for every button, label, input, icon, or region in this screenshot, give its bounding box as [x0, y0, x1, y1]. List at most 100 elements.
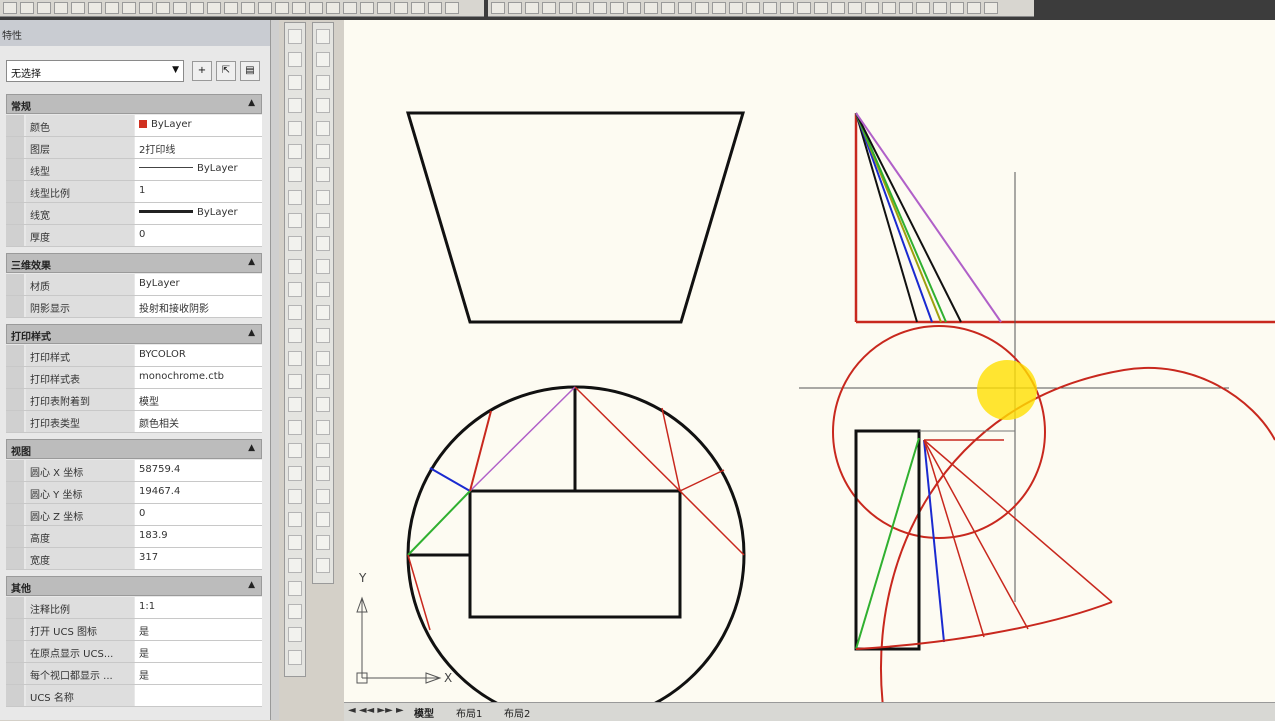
draw-tool-button[interactable]	[288, 98, 302, 113]
draw-tool-button[interactable]	[288, 535, 302, 550]
toolbar-tool-button[interactable]	[525, 2, 539, 14]
toolbar-tool-button[interactable]	[508, 2, 522, 14]
property-value[interactable]: ByLayer	[135, 115, 262, 136]
property-value[interactable]	[135, 685, 262, 706]
toolbar-tool-button[interactable]	[445, 2, 459, 14]
collapse-icon[interactable]: ▲	[248, 443, 255, 453]
draw-tool-button[interactable]	[288, 236, 302, 251]
toolbar-tool-button[interactable]	[542, 2, 556, 14]
draw-tool-button[interactable]	[288, 512, 302, 527]
draw-tool-button[interactable]	[288, 75, 302, 90]
toolbar-tool-button[interactable]	[576, 2, 590, 14]
property-value[interactable]: ByLayer	[135, 274, 262, 295]
collapse-icon[interactable]: ▲	[248, 98, 255, 108]
toolbar-tool-button[interactable]	[950, 2, 964, 14]
toolbar-tool-button[interactable]	[933, 2, 947, 14]
toolbar-tool-button[interactable]	[610, 2, 624, 14]
toolbar-tool-button[interactable]	[258, 2, 272, 14]
property-row[interactable]: 打印表附着到 模型	[6, 389, 262, 411]
toolbar-tool-button[interactable]	[695, 2, 709, 14]
modify-tool-button[interactable]	[316, 512, 330, 527]
toolbar-tool-button[interactable]	[678, 2, 692, 14]
draw-tool-button[interactable]	[288, 213, 302, 228]
property-row[interactable]: 线宽 ByLayer	[6, 203, 262, 225]
collapse-icon[interactable]: ▲	[248, 580, 255, 590]
toolbar-tool-button[interactable]	[882, 2, 896, 14]
modify-tool-button[interactable]	[316, 236, 330, 251]
property-row[interactable]: UCS 名称	[6, 685, 262, 707]
toolbar-tool-button[interactable]	[984, 2, 998, 14]
toolbar-tool-button[interactable]	[343, 2, 357, 14]
draw-tool-button[interactable]	[288, 581, 302, 596]
toggle-pickadd-button[interactable]: +	[192, 61, 212, 81]
toolbar-tool-button[interactable]	[54, 2, 68, 14]
property-row[interactable]: 颜色 ByLayer	[6, 115, 262, 137]
toolbar-tool-button[interactable]	[814, 2, 828, 14]
toolbar-tool-button[interactable]	[712, 2, 726, 14]
draw-tool-button[interactable]	[288, 282, 302, 297]
modify-tool-button[interactable]	[316, 121, 330, 136]
toolbar-tool-button[interactable]	[491, 2, 505, 14]
toolbar-tool-button[interactable]	[326, 2, 340, 14]
toolbar-tool-button[interactable]	[377, 2, 391, 14]
property-row[interactable]: 阴影显示 投射和接收阴影	[6, 296, 262, 318]
toolbar-tool-button[interactable]	[88, 2, 102, 14]
toolbar-tool-button[interactable]	[865, 2, 879, 14]
toolbar-tool-button[interactable]	[916, 2, 930, 14]
property-value[interactable]: 是	[135, 641, 262, 662]
draw-tool-button[interactable]	[288, 443, 302, 458]
toolbar-tool-button[interactable]	[292, 2, 306, 14]
toolbar-tool-button[interactable]	[644, 2, 658, 14]
draw-tool-button[interactable]	[288, 489, 302, 504]
modify-tool-button[interactable]	[316, 374, 330, 389]
modify-tool-button[interactable]	[316, 466, 330, 481]
property-value[interactable]: 是	[135, 663, 262, 684]
modify-tool-button[interactable]	[316, 420, 330, 435]
property-row[interactable]: 打印表类型 颜色相关	[6, 411, 262, 433]
property-value[interactable]: 0	[135, 504, 262, 525]
modify-tool-button[interactable]	[316, 282, 330, 297]
draw-tool-button[interactable]	[288, 604, 302, 619]
property-value[interactable]: monochrome.ctb	[135, 367, 262, 388]
property-row[interactable]: 宽度 317	[6, 548, 262, 570]
toolbar-tool-button[interactable]	[780, 2, 794, 14]
property-row[interactable]: 图层 2打印线	[6, 137, 262, 159]
modify-tool-button[interactable]	[316, 98, 330, 113]
draw-tool-button[interactable]	[288, 558, 302, 573]
toolbar-tool-button[interactable]	[20, 2, 34, 14]
toolbar-tool-button[interactable]	[967, 2, 981, 14]
modify-tool-button[interactable]	[316, 328, 330, 343]
tab-model[interactable]: 模型	[414, 705, 434, 720]
property-row[interactable]: 打印样式 BYCOLOR	[6, 345, 262, 367]
modify-tool-button[interactable]	[316, 535, 330, 550]
draw-tool-button[interactable]	[288, 121, 302, 136]
property-row[interactable]: 厚度 0	[6, 225, 262, 247]
property-value[interactable]: 投射和接收阴影	[135, 296, 262, 317]
toolbar-tool-button[interactable]	[559, 2, 573, 14]
property-value[interactable]: 183.9	[135, 526, 262, 547]
toolbar-tool-button[interactable]	[156, 2, 170, 14]
toolbar-tool-button[interactable]	[797, 2, 811, 14]
modify-tool-button[interactable]	[316, 213, 330, 228]
modify-tool-button[interactable]	[316, 558, 330, 573]
property-value[interactable]: 19467.4	[135, 482, 262, 503]
property-value[interactable]: ByLayer	[135, 203, 262, 224]
toolbar-tool-button[interactable]	[3, 2, 17, 14]
modify-tool-button[interactable]	[316, 305, 330, 320]
modify-tool-button[interactable]	[316, 351, 330, 366]
toolbar-tool-button[interactable]	[241, 2, 255, 14]
property-row[interactable]: 线型比例 1	[6, 181, 262, 203]
toolbar-tool-button[interactable]	[428, 2, 442, 14]
toolbar-tool-button[interactable]	[105, 2, 119, 14]
toolbar-tool-button[interactable]	[360, 2, 374, 14]
tab-layout2[interactable]: 布局2	[504, 705, 530, 720]
modify-tool-button[interactable]	[316, 75, 330, 90]
toolbar-tool-button[interactable]	[627, 2, 641, 14]
property-value[interactable]: 2打印线	[135, 137, 262, 158]
draw-tool-button[interactable]	[288, 52, 302, 67]
draw-tool-button[interactable]	[288, 466, 302, 481]
property-row[interactable]: 线型 ByLayer	[6, 159, 262, 181]
draw-tool-button[interactable]	[288, 29, 302, 44]
draw-tool-button[interactable]	[288, 374, 302, 389]
draw-tool-button[interactable]	[288, 167, 302, 182]
